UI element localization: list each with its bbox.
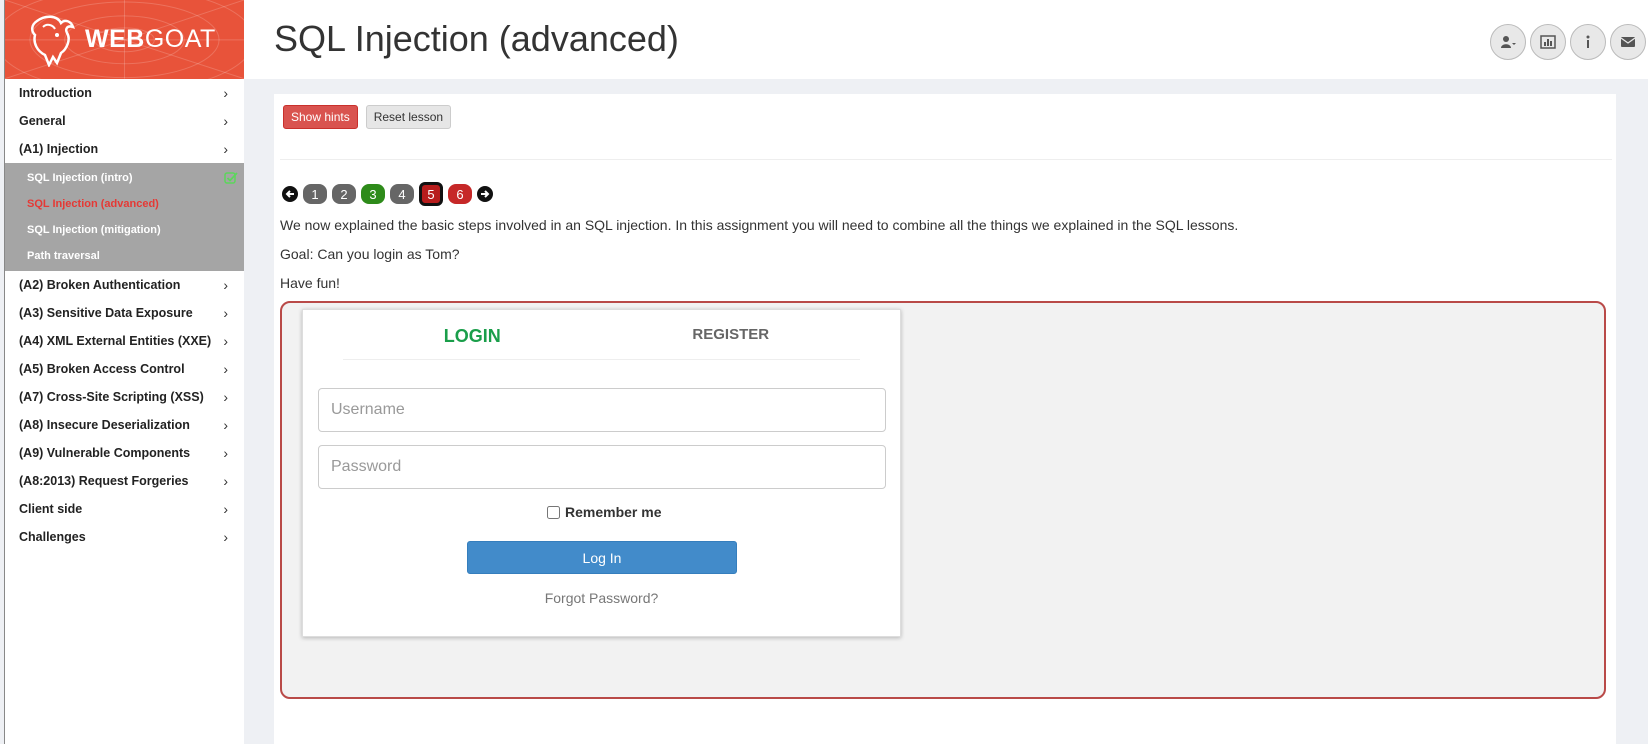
intro-text: We now explained the basic steps involve… — [280, 217, 1239, 233]
submenu-item-sql-injection-intro[interactable]: SQL Injection (intro) — [5, 165, 244, 191]
envelope-icon — [1620, 37, 1636, 47]
goal-text: Goal: Can you login as Tom? — [280, 246, 460, 262]
reset-lesson-button[interactable]: Reset lesson — [365, 105, 452, 129]
messages-button[interactable] — [1610, 24, 1646, 60]
have-fun-text: Have fun! — [280, 275, 340, 291]
chevron-right-icon: › — [223, 473, 228, 489]
remember-me-label: Remember me — [565, 504, 662, 520]
chevron-right-icon: › — [223, 333, 228, 349]
sidebar-item-a4-xml-external-entities-xxe[interactable]: (A4) XML External Entities (XXE) › — [5, 327, 244, 355]
sidebar-item-label: (A8:2013) Request Forgeries — [19, 474, 189, 488]
submenu-item-path-traversal[interactable]: Path traversal — [5, 243, 244, 269]
sidebar-item-a1-injection[interactable]: (A1) Injection › — [5, 135, 244, 163]
chevron-right-icon: › — [223, 113, 228, 129]
header-icon-group — [1490, 24, 1646, 60]
sidebar-item-a3-sensitive-data-exposure[interactable]: (A3) Sensitive Data Exposure › — [5, 299, 244, 327]
sidebar-item-client-side[interactable]: Client side › — [5, 495, 244, 523]
sidebar-item-label: General — [19, 114, 66, 128]
chevron-right-icon: › — [223, 417, 228, 433]
assignment-area: LOGIN REGISTER Remember me Log In Forgot… — [280, 301, 1606, 699]
stats-button[interactable] — [1530, 24, 1566, 60]
lesson-content: Show hints Reset lesson 123456 We now ex… — [274, 94, 1616, 744]
sidebar-item-a7-cross-site-scripting-xss[interactable]: (A7) Cross-Site Scripting (XSS) › — [5, 383, 244, 411]
chevron-right-icon: › — [223, 85, 228, 101]
sidebar-item-label: (A2) Broken Authentication — [19, 278, 181, 292]
page-button-3[interactable]: 3 — [361, 184, 385, 204]
page-title: SQL Injection (advanced) — [274, 18, 679, 59]
completed-check-icon — [224, 172, 238, 184]
sidebar-item-introduction[interactable]: Introduction › — [5, 79, 244, 107]
arrow-right-icon — [481, 190, 490, 198]
chevron-right-icon: › — [223, 529, 228, 545]
sidebar-item-label: Client side — [19, 502, 83, 516]
tab-register[interactable]: REGISTER — [602, 310, 861, 359]
submenu-item-label: SQL Injection (advanced) — [27, 198, 159, 210]
brand-name: WEBGOAT — [85, 25, 216, 53]
webgoat-logo[interactable]: WEBGOAT — [5, 0, 244, 79]
username-input[interactable] — [318, 388, 886, 432]
submenu-item-sql-injection-mitigation[interactable]: SQL Injection (mitigation) — [5, 217, 244, 243]
login-register-tabs: LOGIN REGISTER — [343, 310, 860, 360]
remember-me[interactable]: Remember me — [547, 504, 662, 520]
bar-chart-icon — [1540, 35, 1556, 49]
log-in-button[interactable]: Log In — [467, 541, 737, 574]
sidebar-item-a2-broken-authentication[interactable]: (A2) Broken Authentication › — [5, 271, 244, 299]
sidebar-item-label: (A9) Vulnerable Components — [19, 446, 191, 460]
sidebar-item-label: (A1) Injection — [19, 142, 99, 156]
sidebar-item-label: Introduction — [19, 86, 92, 100]
sidebar: WEBGOAT Introduction › General › (A1) Inject… — [4, 0, 244, 744]
tab-login[interactable]: LOGIN — [343, 310, 602, 359]
sidebar-item-label: (A5) Broken Access Control — [19, 362, 185, 376]
sidebar-item-challenges[interactable]: Challenges › — [5, 523, 244, 551]
injection-submenu: SQL Injection (intro) SQL Injection (adva… — [5, 163, 244, 271]
page-button-1[interactable]: 1 — [303, 184, 327, 204]
user-icon — [1501, 36, 1516, 48]
sidebar-item-a8-insecure-deserialization[interactable]: (A8) Insecure Deserialization › — [5, 411, 244, 439]
submenu-item-label: SQL Injection (mitigation) — [27, 224, 161, 236]
sidebar-item-general[interactable]: General › — [5, 107, 244, 135]
lesson-page-navigation: 123456 — [282, 182, 493, 206]
lesson-toolbar: Show hints Reset lesson — [283, 105, 452, 129]
sidebar-item-a5-broken-access-control[interactable]: (A5) Broken Access Control › — [5, 355, 244, 383]
chevron-right-icon: › — [223, 277, 228, 293]
next-page-button[interactable] — [477, 186, 493, 202]
sidebar-item-label: (A7) Cross-Site Scripting (XSS) — [19, 390, 204, 404]
info-button[interactable] — [1570, 24, 1606, 60]
sidebar-item-label: (A4) XML External Entities (XXE) — [19, 334, 212, 348]
submenu-item-sql-injection-advanced[interactable]: SQL Injection (advanced) — [5, 191, 244, 217]
sidebar-item-label: Challenges — [19, 530, 86, 544]
chevron-right-icon: › — [223, 361, 228, 377]
chevron-right-icon: › — [223, 141, 228, 157]
sidebar-item-label: (A3) Sensitive Data Exposure — [19, 306, 193, 320]
sidebar-item-label: (A8) Insecure Deserialization — [19, 418, 190, 432]
user-menu-button[interactable] — [1490, 24, 1526, 60]
forgot-password-link[interactable]: Forgot Password? — [303, 590, 900, 606]
sidebar-item-a8-2013-request-forgeries[interactable]: (A8:2013) Request Forgeries › — [5, 467, 244, 495]
arrow-left-icon — [285, 190, 294, 198]
login-card: LOGIN REGISTER Remember me Log In Forgot… — [302, 309, 901, 637]
page-button-5[interactable]: 5 — [419, 182, 443, 206]
divider — [280, 159, 1612, 160]
chevron-right-icon: › — [223, 305, 228, 321]
goat-icon — [31, 15, 75, 67]
remember-me-checkbox[interactable] — [547, 505, 560, 519]
chevron-right-icon: › — [223, 501, 228, 517]
header: SQL Injection (advanced) — [244, 0, 1648, 79]
page-button-4[interactable]: 4 — [390, 184, 414, 204]
chevron-right-icon: › — [223, 389, 228, 405]
chevron-right-icon: › — [223, 445, 228, 461]
submenu-item-label: SQL Injection (intro) — [27, 172, 133, 184]
submenu-item-label: Path traversal — [27, 250, 100, 262]
password-input[interactable] — [318, 445, 886, 489]
prev-page-button[interactable] — [282, 186, 298, 202]
sidebar-item-a9-vulnerable-components[interactable]: (A9) Vulnerable Components › — [5, 439, 244, 467]
show-hints-button[interactable]: Show hints — [283, 105, 358, 129]
info-icon — [1586, 35, 1590, 48]
page-button-2[interactable]: 2 — [332, 184, 356, 204]
page-button-6[interactable]: 6 — [448, 184, 472, 204]
